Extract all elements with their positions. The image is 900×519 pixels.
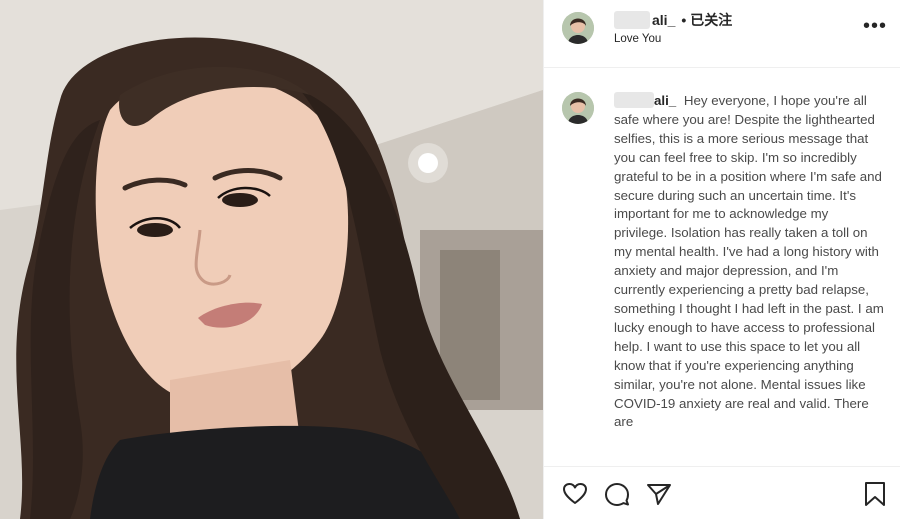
selfie-image: [0, 0, 543, 519]
action-bar: [544, 466, 900, 519]
bookmark-icon[interactable]: [862, 481, 888, 507]
follow-separator: •: [681, 12, 687, 28]
avatar-image: [562, 12, 594, 44]
more-options-icon[interactable]: •••: [863, 16, 887, 36]
caption-area: ali_ Hey everyone, I hope you're all saf…: [544, 68, 900, 466]
username-row: ali_ • 已关注: [614, 10, 732, 30]
post-side-panel: ali_ • 已关注 Love You ••• ali_ Hey everyon…: [543, 0, 900, 519]
caption-text-block: ali_ Hey everyone, I hope you're all saf…: [614, 92, 884, 432]
post-header: ali_ • 已关注 Love You •••: [544, 0, 900, 68]
username-redacted: [614, 92, 654, 108]
avatar[interactable]: [562, 12, 594, 44]
username-redacted: [614, 11, 650, 29]
instagram-post: ali_ • 已关注 Love You ••• ali_ Hey everyon…: [0, 0, 900, 519]
caption-avatar[interactable]: [562, 92, 594, 124]
caption-username[interactable]: ali_: [654, 93, 676, 108]
comment-icon[interactable]: [604, 481, 630, 507]
following-status[interactable]: 已关注: [690, 10, 732, 30]
post-photo[interactable]: [0, 0, 543, 519]
location-link[interactable]: Love You: [614, 33, 661, 45]
avatar-image: [562, 92, 594, 124]
caption-text: Hey everyone, I hope you're all safe whe…: [614, 93, 884, 430]
share-icon[interactable]: [646, 481, 672, 507]
heart-icon[interactable]: [562, 481, 588, 507]
username-link[interactable]: ali_: [652, 12, 675, 28]
